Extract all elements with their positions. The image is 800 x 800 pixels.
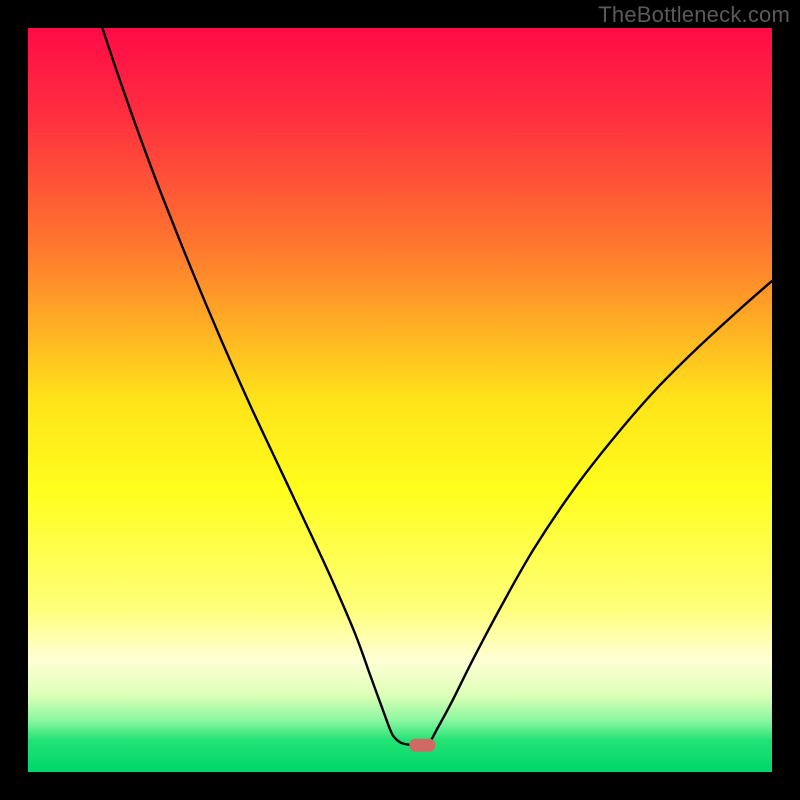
chart-svg xyxy=(28,28,772,772)
plot-area xyxy=(28,28,772,772)
watermark-text: TheBottleneck.com xyxy=(598,2,790,28)
gradient-background xyxy=(28,28,772,772)
optimal-point-marker xyxy=(409,739,435,752)
chart-container: TheBottleneck.com xyxy=(0,0,800,800)
